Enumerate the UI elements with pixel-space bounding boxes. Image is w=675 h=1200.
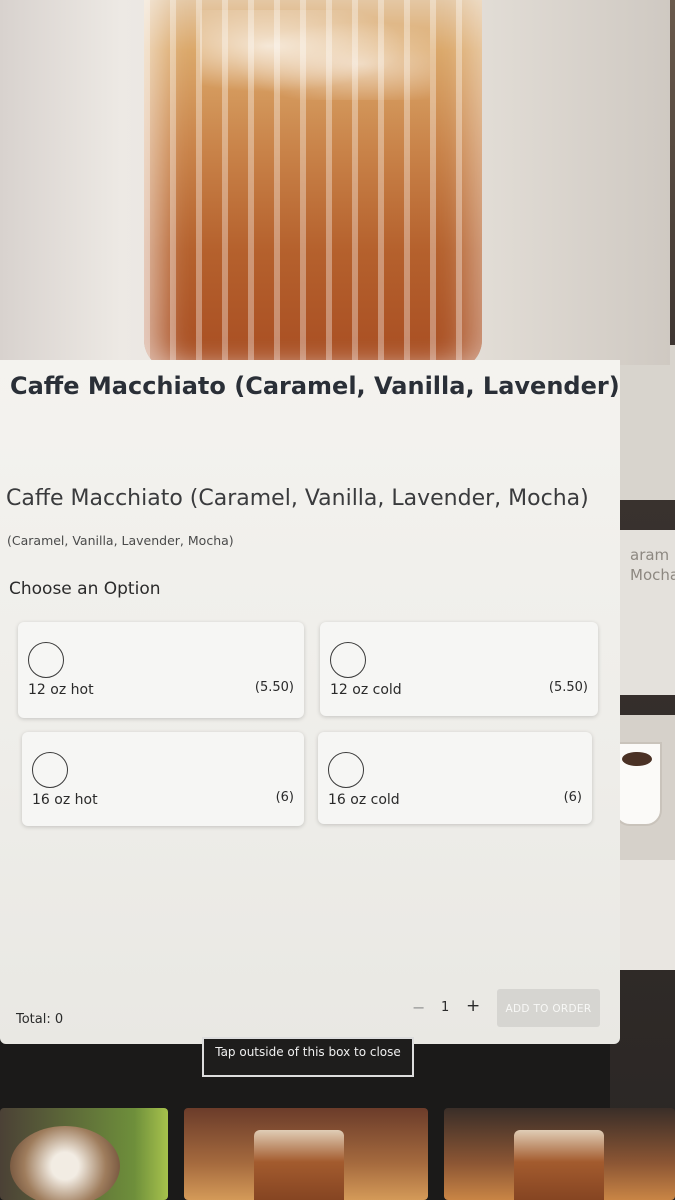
close-hint[interactable]: Tap outside of this box to close [202, 1037, 414, 1077]
option-name: 16 oz cold [328, 792, 400, 808]
option-name: 16 oz hot [32, 792, 98, 808]
order-total: Total: 0 [16, 1012, 64, 1027]
option-16oz-hot[interactable]: 16 oz hot (6) [22, 732, 304, 826]
menu-thumbnail-iced-drink[interactable] [184, 1108, 428, 1200]
decrease-quantity-button[interactable]: − [412, 998, 425, 1017]
iced-drink-image [254, 1130, 344, 1200]
option-price: (6) [275, 790, 294, 805]
ice-highlights [200, 10, 430, 100]
option-name: 12 oz hot [28, 682, 94, 698]
background-card-text: aram Mocha [630, 546, 675, 584]
option-price: (6) [563, 790, 582, 805]
iced-drink-image [514, 1130, 604, 1200]
option-price: (5.50) [548, 680, 588, 695]
product-image [0, 0, 670, 365]
product-title: Caffe Macchiato (Caramel, Vanilla, Laven… [10, 372, 620, 400]
options-heading: Choose an Option [9, 579, 161, 599]
radio-button[interactable] [32, 752, 68, 788]
menu-thumbnail-latte[interactable] [0, 1108, 168, 1200]
radio-button[interactable] [330, 642, 366, 678]
latte-art-image [10, 1126, 120, 1200]
radio-button[interactable] [28, 642, 64, 678]
increase-quantity-button[interactable]: + [466, 996, 480, 1016]
menu-thumbnail-iced-drink[interactable] [444, 1108, 675, 1200]
option-12oz-cold[interactable]: 12 oz cold (5.50) [320, 622, 598, 716]
product-subtitle: Caffe Macchiato (Caramel, Vanilla, Laven… [6, 486, 589, 511]
option-name: 12 oz cold [330, 682, 402, 698]
quantity-value: 1 [441, 1000, 450, 1015]
option-12oz-hot[interactable]: 12 oz hot (5.50) [18, 622, 304, 718]
add-to-order-button[interactable]: ADD TO ORDER [497, 989, 600, 1027]
option-16oz-cold[interactable]: 16 oz cold (6) [318, 732, 592, 824]
product-description: (Caramel, Vanilla, Lavender, Mocha) [7, 533, 234, 548]
coffee-cup-image [614, 742, 662, 826]
option-price: (5.50) [254, 680, 294, 695]
radio-button[interactable] [328, 752, 364, 788]
